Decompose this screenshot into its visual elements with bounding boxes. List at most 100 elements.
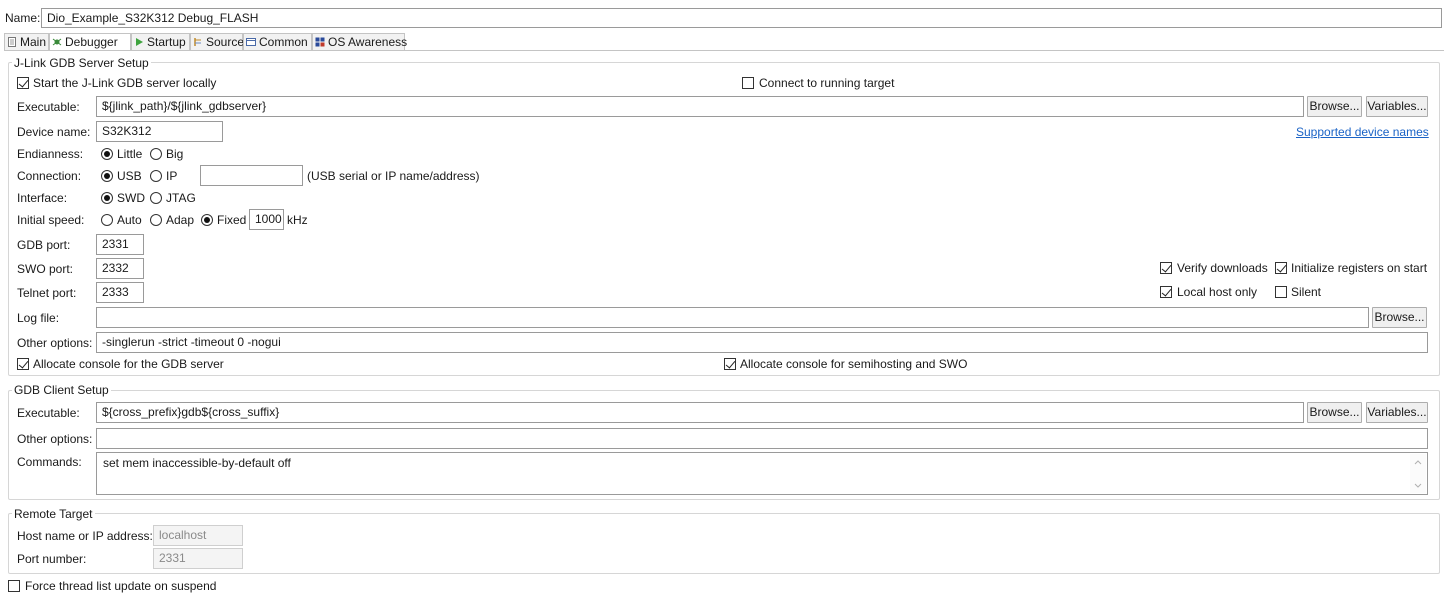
startup-tab-icon: [136, 38, 143, 46]
telnet-port-label: Telnet port:: [17, 286, 77, 300]
debugger-tab-icon: [52, 38, 62, 46]
connection-usb-label: USB: [117, 169, 142, 183]
name-input[interactable]: Dio_Example_S32K312 Debug_FLASH: [41, 8, 1442, 28]
client-other-options-label: Other options:: [17, 432, 93, 446]
device-name-input[interactable]: S32K312: [96, 121, 223, 142]
speed-value-input[interactable]: 1000: [249, 209, 284, 230]
server-executable-input[interactable]: ${jlink_path}/${jlink_gdbserver}: [96, 96, 1304, 117]
os-awareness-tab-icon: [315, 37, 325, 47]
swo-port-input[interactable]: 2332: [96, 258, 144, 279]
supported-device-names-link[interactable]: Supported device names: [1296, 124, 1429, 140]
force-thread-label: Force thread list update on suspend: [25, 579, 217, 593]
tab-separator: [4, 50, 1444, 51]
client-variables-button[interactable]: Variables...: [1366, 402, 1428, 423]
interface-swd-label: SWD: [117, 191, 145, 205]
scroll-up-icon[interactable]: [1414, 459, 1422, 465]
local-host-only-checkbox[interactable]: [1160, 286, 1172, 298]
speed-adap-radio[interactable]: [150, 214, 162, 226]
swo-port-label: SWO port:: [17, 262, 74, 276]
server-other-options-input[interactable]: -singlerun -strict -timeout 0 -nogui: [96, 332, 1428, 353]
silent-checkbox[interactable]: [1275, 286, 1287, 298]
silent-label: Silent: [1291, 285, 1322, 299]
port-input[interactable]: 2331: [153, 548, 243, 569]
server-browse-button[interactable]: Browse...: [1307, 96, 1362, 117]
alloc-console-semi-checkbox[interactable]: [724, 358, 736, 370]
speed-unit: kHz: [287, 213, 308, 227]
endianness-little-radio[interactable]: [101, 148, 113, 160]
verify-downloads-label: Verify downloads: [1177, 261, 1268, 275]
speed-auto-radio[interactable]: [101, 214, 113, 226]
log-file-input[interactable]: [96, 307, 1369, 328]
client-other-options-input[interactable]: [96, 428, 1428, 449]
server-other-options-label: Other options:: [17, 336, 93, 350]
client-browse-button[interactable]: Browse...: [1307, 402, 1362, 423]
tab-common-label: Common: [259, 35, 308, 49]
commands-scrollbar[interactable]: [1410, 454, 1426, 493]
tab-source[interactable]: Source: [190, 33, 245, 50]
connection-address-input[interactable]: [200, 165, 303, 186]
interface-swd-radio[interactable]: [101, 192, 113, 204]
endianness-big-radio[interactable]: [150, 148, 162, 160]
common-tab-icon: [246, 38, 256, 46]
connection-usb-radio[interactable]: [101, 170, 113, 182]
server-variables-button[interactable]: Variables...: [1366, 96, 1428, 117]
tab-debugger-label: Debugger: [65, 35, 118, 49]
connection-hint: (USB serial or IP name/address): [307, 169, 480, 183]
alloc-console-gdb-checkbox[interactable]: [17, 358, 29, 370]
gdb-port-input[interactable]: 2331: [96, 234, 144, 255]
log-file-browse-button[interactable]: Browse...: [1372, 307, 1427, 328]
tab-debugger[interactable]: Debugger: [49, 33, 131, 51]
speed-fixed-radio[interactable]: [201, 214, 213, 226]
tab-main[interactable]: Main: [4, 33, 49, 50]
tab-startup[interactable]: Startup: [131, 33, 190, 50]
initial-speed-label: Initial speed:: [17, 213, 85, 227]
remote-target-legend: Remote Target: [12, 507, 95, 521]
scroll-down-icon[interactable]: [1414, 483, 1422, 489]
speed-adap-label: Adap: [166, 213, 195, 227]
connection-ip-radio[interactable]: [150, 170, 162, 182]
tab-source-label: Source: [206, 35, 245, 49]
telnet-port-input[interactable]: 2333: [96, 282, 144, 303]
tab-common[interactable]: Common: [243, 33, 312, 50]
interface-jtag-radio[interactable]: [150, 192, 162, 204]
force-thread-checkbox[interactable]: [8, 580, 20, 592]
tab-main-label: Main: [20, 35, 47, 49]
endianness-label: Endianness:: [17, 147, 84, 161]
log-file-label: Log file:: [17, 311, 60, 325]
tab-os-awareness-label: OS Awareness: [328, 35, 408, 49]
client-executable-label: Executable:: [17, 406, 80, 420]
init-registers-label: Initialize registers on start: [1291, 261, 1428, 275]
local-host-only-label: Local host only: [1177, 285, 1258, 299]
alloc-console-gdb-label: Allocate console for the GDB server: [33, 357, 224, 371]
connection-label: Connection:: [17, 169, 82, 183]
tab-os-awareness[interactable]: OS Awareness: [312, 33, 408, 50]
tab-startup-label: Startup: [147, 35, 186, 49]
verify-downloads-checkbox[interactable]: [1160, 262, 1172, 274]
name-label: Name:: [5, 11, 41, 25]
connect-running-checkbox[interactable]: [742, 77, 754, 89]
host-input[interactable]: localhost: [153, 525, 243, 546]
server-executable-label: Executable:: [17, 100, 80, 114]
interface-label: Interface:: [17, 191, 68, 205]
client-setup-legend: GDB Client Setup: [12, 383, 111, 397]
host-label: Host name or IP address:: [17, 529, 153, 543]
port-label: Port number:: [17, 552, 87, 566]
start-locally-checkbox[interactable]: [17, 77, 29, 89]
commands-text: set mem inaccessible-by-default off: [103, 456, 291, 470]
connect-running-label: Connect to running target: [759, 76, 895, 90]
device-name-label: Device name:: [17, 125, 91, 139]
start-locally-label: Start the J-Link GDB server locally: [33, 76, 217, 90]
commands-label: Commands:: [17, 455, 82, 469]
gdb-port-label: GDB port:: [17, 238, 71, 252]
endianness-big-label: Big: [166, 147, 184, 161]
connection-ip-label: IP: [166, 169, 178, 183]
init-registers-checkbox[interactable]: [1275, 262, 1287, 274]
client-executable-input[interactable]: ${cross_prefix}gdb${cross_suffix}: [96, 402, 1304, 423]
alloc-console-semi-label: Allocate console for semihosting and SWO: [740, 357, 968, 371]
main-tab-icon: [8, 37, 16, 47]
speed-fixed-label: Fixed: [217, 213, 247, 227]
commands-textarea[interactable]: set mem inaccessible-by-default off: [96, 452, 1428, 495]
interface-jtag-label: JTAG: [166, 191, 196, 205]
server-setup-legend: J-Link GDB Server Setup: [12, 56, 151, 70]
endianness-little-label: Little: [117, 147, 143, 161]
